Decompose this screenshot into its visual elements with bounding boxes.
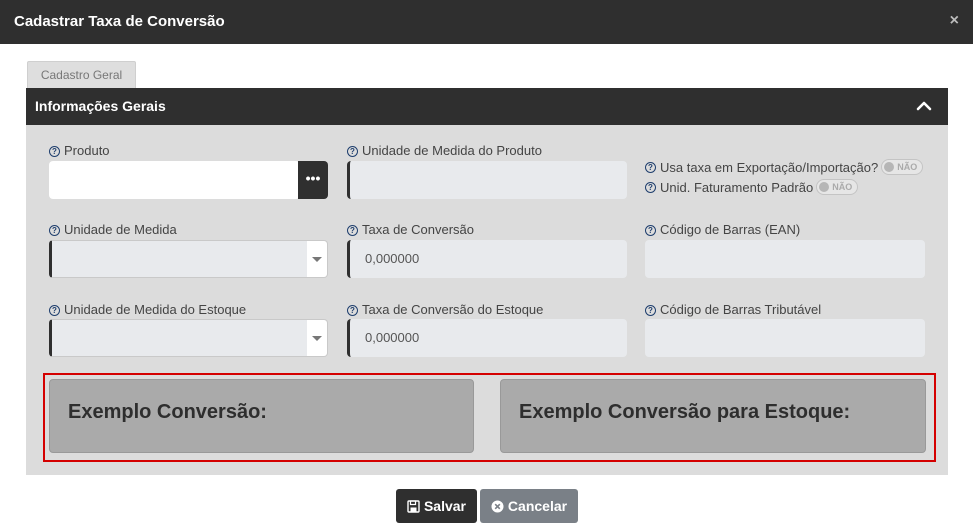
produto-input[interactable] [49, 161, 300, 199]
codigo-ean-input[interactable] [645, 240, 925, 278]
example-conversao: Exemplo Conversão: [49, 379, 474, 453]
select-value [52, 320, 307, 356]
section-header[interactable]: Informações Gerais [26, 88, 948, 125]
help-icon[interactable]: ? [645, 225, 656, 236]
tab-cadastro-geral[interactable]: Cadastro Geral [27, 61, 136, 89]
codigo-tributavel-input[interactable] [645, 319, 925, 357]
dialog-titlebar: Cadastrar Taxa de Conversão × [0, 0, 973, 44]
select-value [52, 241, 307, 277]
unidade-medida-select[interactable] [49, 240, 328, 278]
unidade-produto-input[interactable] [347, 161, 627, 199]
taxa-conversao-estoque-input[interactable]: 0,000000 [347, 319, 627, 357]
usa-taxa-row: ? Usa taxa em Exportação/Importação? NÃO [645, 159, 924, 175]
chevron-up-icon[interactable] [914, 96, 934, 116]
chevron-down-icon[interactable] [312, 257, 322, 262]
usa-taxa-toggle[interactable]: NÃO [881, 159, 924, 175]
usa-taxa-label: Usa taxa em Exportação/Importação? [660, 159, 879, 175]
taxa-conversao-label: ? Taxa de Conversão [347, 222, 474, 237]
save-label: Salvar [423, 498, 467, 514]
save-button[interactable]: Salvar [396, 489, 477, 523]
cancel-button[interactable]: Cancelar [480, 489, 578, 523]
taxa-conversao-estoque-label: ? Taxa de Conversão do Estoque [347, 302, 543, 317]
chevron-down-icon[interactable] [312, 336, 322, 341]
close-circle-icon [491, 500, 504, 512]
toggle-knob [819, 182, 830, 192]
example-conversao-estoque: Exemplo Conversão para Estoque: [500, 379, 926, 453]
section-title: Informações Gerais [35, 98, 166, 114]
codigo-tributavel-label: ? Código de Barras Tributável [645, 302, 821, 317]
help-icon[interactable]: ? [347, 146, 358, 157]
unid-faturamento-toggle[interactable]: NÃO [816, 179, 859, 195]
help-icon[interactable]: ? [49, 146, 60, 157]
floppy-disk-icon [407, 499, 420, 513]
cancel-label: Cancelar [507, 498, 568, 514]
help-icon[interactable]: ? [347, 305, 358, 316]
unid-faturamento-row: ? Unid. Faturamento Padrão NÃO [645, 179, 859, 195]
close-icon[interactable]: × [950, 12, 959, 30]
dialog-title: Cadastrar Taxa de Conversão [14, 13, 225, 30]
unidade-estoque-label: ? Unidade de Medida do Estoque [49, 302, 246, 317]
help-icon[interactable]: ? [49, 305, 60, 316]
unidade-estoque-select[interactable] [49, 319, 328, 357]
help-icon[interactable]: ? [49, 225, 60, 236]
help-icon[interactable]: ? [645, 305, 656, 316]
toggle-knob [884, 162, 895, 172]
taxa-conversao-input[interactable]: 0,000000 [347, 240, 627, 278]
unidade-medida-label: ? Unidade de Medida [49, 222, 177, 237]
unidade-produto-label: ? Unidade de Medida do Produto [347, 143, 542, 158]
help-icon[interactable]: ? [645, 161, 656, 173]
produto-lookup-button[interactable]: ••• [298, 161, 328, 199]
unid-faturamento-label: Unid. Faturamento Padrão [660, 179, 814, 195]
help-icon[interactable]: ? [645, 181, 656, 193]
produto-label: ? Produto [49, 143, 110, 158]
help-icon[interactable]: ? [347, 225, 358, 236]
codigo-ean-label: ? Código de Barras (EAN) [645, 222, 800, 237]
